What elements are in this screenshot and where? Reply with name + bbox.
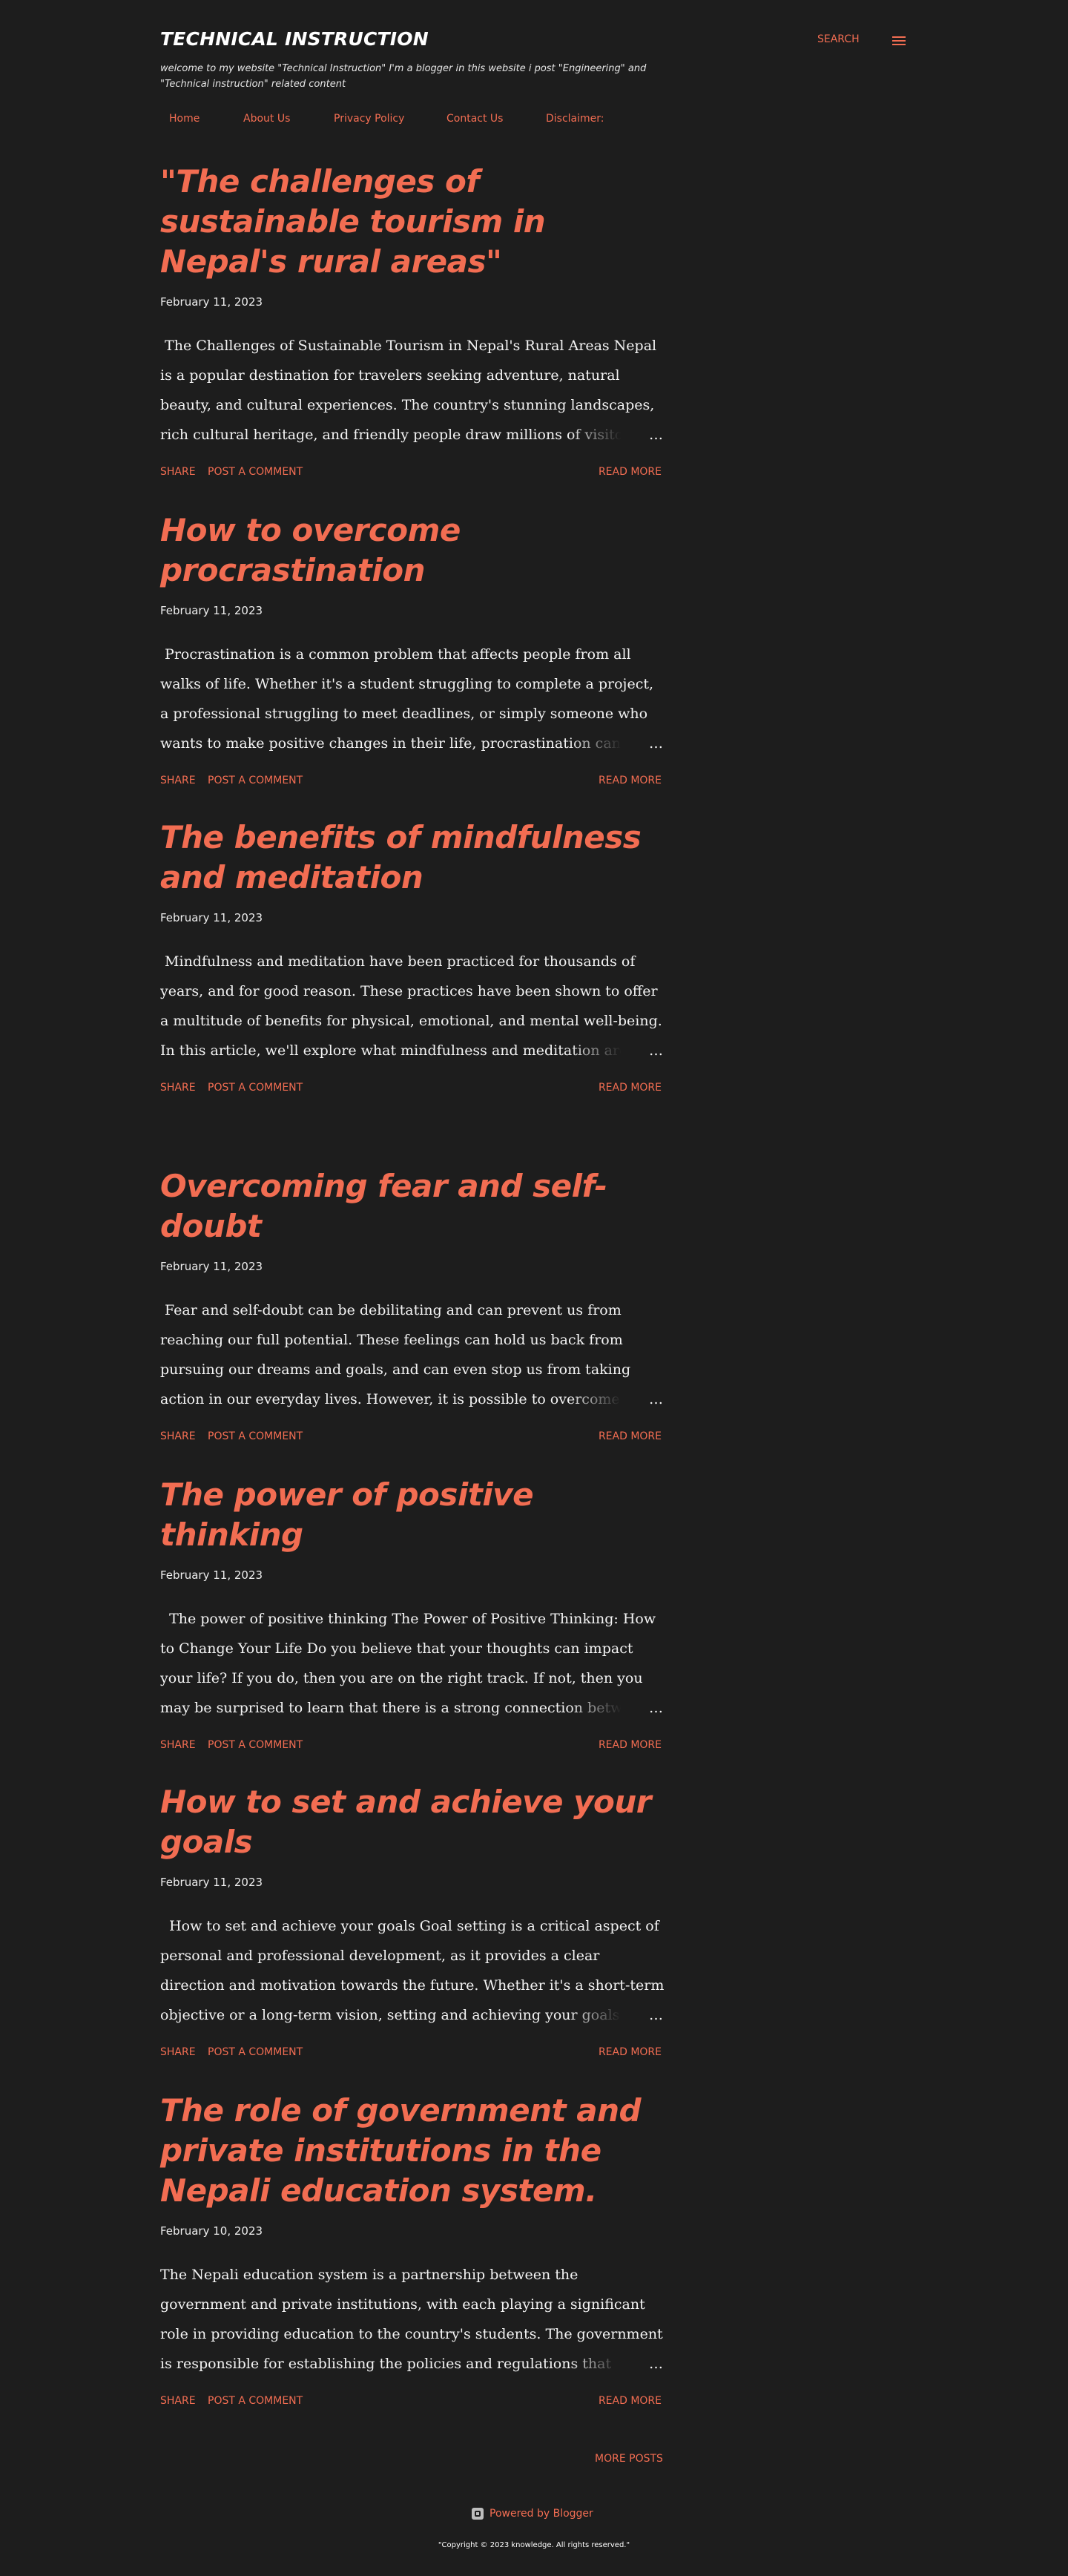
post-item: The power of positive thinking February …	[160, 1475, 665, 1757]
post-title[interactable]: The role of government and private insti…	[160, 2091, 665, 2211]
post-actions: SHARE POST A COMMENT READ MORE	[160, 466, 665, 484]
blogger-logo-icon	[472, 2508, 484, 2520]
snippet-ellipsis[interactable]: …	[649, 1384, 663, 1414]
snippet-ellipsis[interactable]: …	[649, 1036, 663, 1065]
snippet-ellipsis[interactable]: …	[649, 729, 663, 758]
read-more-link[interactable]: READ MORE	[599, 1082, 662, 1094]
share-button[interactable]: SHARE	[160, 2046, 196, 2058]
share-button[interactable]: SHARE	[160, 1430, 196, 1442]
nav-privacy-policy[interactable]: Privacy Policy	[334, 113, 404, 125]
post-item: How to overcome procrastination February…	[160, 510, 665, 792]
post-date: February 11, 2023	[160, 604, 263, 617]
post-comment-button[interactable]: POST A COMMENT	[208, 1082, 303, 1094]
more-posts-link[interactable]: MORE POSTS	[595, 2453, 663, 2465]
post-comment-button[interactable]: POST A COMMENT	[208, 1739, 303, 1751]
post-snippet: How to set and achieve your goals Goal s…	[160, 1911, 665, 2030]
nav-about-us[interactable]: About Us	[243, 113, 290, 125]
powered-by-blogger-link[interactable]: Powered by Blogger	[472, 2508, 593, 2524]
post-actions: SHARE POST A COMMENT READ MORE	[160, 2395, 665, 2413]
post-item: The role of government and private insti…	[160, 2091, 665, 2413]
post-snippet: The Nepali education system is a partner…	[160, 2260, 665, 2379]
read-more-link[interactable]: READ MORE	[599, 2395, 662, 2407]
post-comment-button[interactable]: POST A COMMENT	[208, 775, 303, 786]
post-title[interactable]: The benefits of mindfulness and meditati…	[160, 818, 665, 898]
post-snippet: Procrastination is a common problem that…	[160, 640, 665, 758]
post-comment-button[interactable]: POST A COMMENT	[208, 2046, 303, 2058]
snippet-ellipsis[interactable]: …	[649, 1693, 663, 1723]
post-title[interactable]: How to overcome procrastination	[160, 510, 665, 591]
snippet-ellipsis[interactable]: …	[649, 420, 663, 450]
post-date: February 10, 2023	[160, 2224, 263, 2238]
post-comment-button[interactable]: POST A COMMENT	[208, 2395, 303, 2407]
copyright-notice: "Copyright © 2023 knowledge. All rights …	[438, 2541, 630, 2549]
post-snippet: The Challenges of Sustainable Tourism in…	[160, 331, 665, 450]
read-more-link[interactable]: READ MORE	[599, 2046, 662, 2058]
post-title[interactable]: How to set and achieve your goals	[160, 1782, 665, 1862]
post-actions: SHARE POST A COMMENT READ MORE	[160, 1430, 665, 1448]
post-title[interactable]: Overcoming fear and self-doubt	[160, 1166, 665, 1246]
share-button[interactable]: SHARE	[160, 466, 196, 478]
powered-by-label: Powered by Blogger	[490, 2508, 593, 2520]
post-actions: SHARE POST A COMMENT READ MORE	[160, 775, 665, 792]
blog-title[interactable]: TECHNICAL INSTRUCTION	[160, 28, 429, 50]
share-button[interactable]: SHARE	[160, 2395, 196, 2407]
read-more-link[interactable]: READ MORE	[599, 466, 662, 478]
share-button[interactable]: SHARE	[160, 775, 196, 786]
post-item: The benefits of mindfulness and meditati…	[160, 818, 665, 1100]
post-actions: SHARE POST A COMMENT READ MORE	[160, 2046, 665, 2064]
search-button[interactable]: SEARCH	[817, 33, 860, 45]
post-comment-button[interactable]: POST A COMMENT	[208, 466, 303, 478]
post-date: February 11, 2023	[160, 295, 263, 309]
nav-disclaimer[interactable]: Disclaimer:	[546, 113, 604, 125]
post-date: February 11, 2023	[160, 911, 263, 924]
snippet-ellipsis[interactable]: …	[649, 2349, 663, 2379]
post-snippet: Fear and self-doubt can be debilitating …	[160, 1295, 665, 1414]
post-date: February 11, 2023	[160, 1568, 263, 1582]
page: TECHNICAL INSTRUCTION welcome to my webs…	[0, 0, 1068, 2576]
nav-contact-us[interactable]: Contact Us	[446, 113, 503, 125]
post-item: Overcoming fear and self-doubt February …	[160, 1166, 665, 1448]
post-date: February 11, 2023	[160, 1260, 263, 1273]
read-more-link[interactable]: READ MORE	[599, 1430, 662, 1442]
share-button[interactable]: SHARE	[160, 1739, 196, 1751]
read-more-link[interactable]: READ MORE	[599, 1739, 662, 1751]
post-title[interactable]: The power of positive thinking	[160, 1475, 665, 1555]
post-item: How to set and achieve your goals Februa…	[160, 1782, 665, 2064]
post-comment-button[interactable]: POST A COMMENT	[208, 1430, 303, 1442]
page-nav: Home About Us Privacy Policy Contact Us …	[160, 113, 828, 131]
snippet-ellipsis[interactable]: …	[649, 2000, 663, 2030]
post-snippet: Mindfulness and meditation have been pra…	[160, 947, 665, 1065]
nav-home[interactable]: Home	[169, 113, 200, 125]
blog-description: welcome to my website "Technical Instruc…	[160, 63, 647, 90]
post-actions: SHARE POST A COMMENT READ MORE	[160, 1739, 665, 1757]
post-title[interactable]: "The challenges of sustainable tourism i…	[160, 162, 665, 282]
post-item: "The challenges of sustainable tourism i…	[160, 162, 665, 484]
post-snippet: The power of positive thinking The Power…	[160, 1604, 665, 1723]
share-button[interactable]: SHARE	[160, 1082, 196, 1094]
hamburger-menu-icon[interactable]	[891, 35, 906, 47]
post-date: February 11, 2023	[160, 1876, 263, 1889]
post-actions: SHARE POST A COMMENT READ MORE	[160, 1082, 665, 1100]
read-more-link[interactable]: READ MORE	[599, 775, 662, 786]
